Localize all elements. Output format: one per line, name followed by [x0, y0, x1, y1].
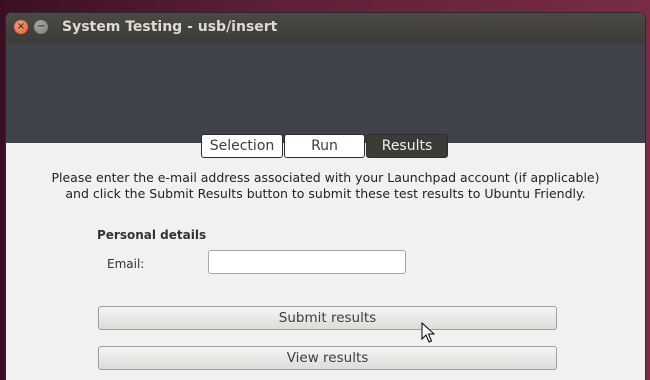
window-title: System Testing - usb/insert — [62, 19, 278, 35]
tab-results[interactable]: Results — [366, 134, 448, 158]
mouse-pointer-icon — [421, 322, 435, 343]
email-label: Email: — [107, 257, 145, 271]
minimize-icon[interactable]: − — [34, 20, 48, 34]
personal-details-heading: Personal details — [97, 228, 207, 242]
intro-text: Please enter the e-mail address associat… — [6, 170, 645, 202]
close-icon[interactable]: × — [14, 20, 28, 34]
header-banner — [6, 43, 645, 143]
tab-bar: Selection Run Results — [201, 134, 449, 158]
email-field[interactable] — [208, 250, 406, 274]
intro-line-2: and click the Submit Results button to s… — [65, 186, 586, 201]
tab-run[interactable]: Run — [284, 134, 365, 158]
intro-line-1: Please enter the e-mail address associat… — [51, 170, 600, 185]
view-results-button[interactable]: View results — [98, 346, 557, 370]
title-bar[interactable]: × − System Testing - usb/insert — [6, 13, 645, 43]
app-window: × − System Testing - usb/insert Selectio… — [6, 13, 645, 380]
submit-results-button[interactable]: Submit results — [98, 306, 557, 330]
tab-selection[interactable]: Selection — [201, 134, 283, 158]
